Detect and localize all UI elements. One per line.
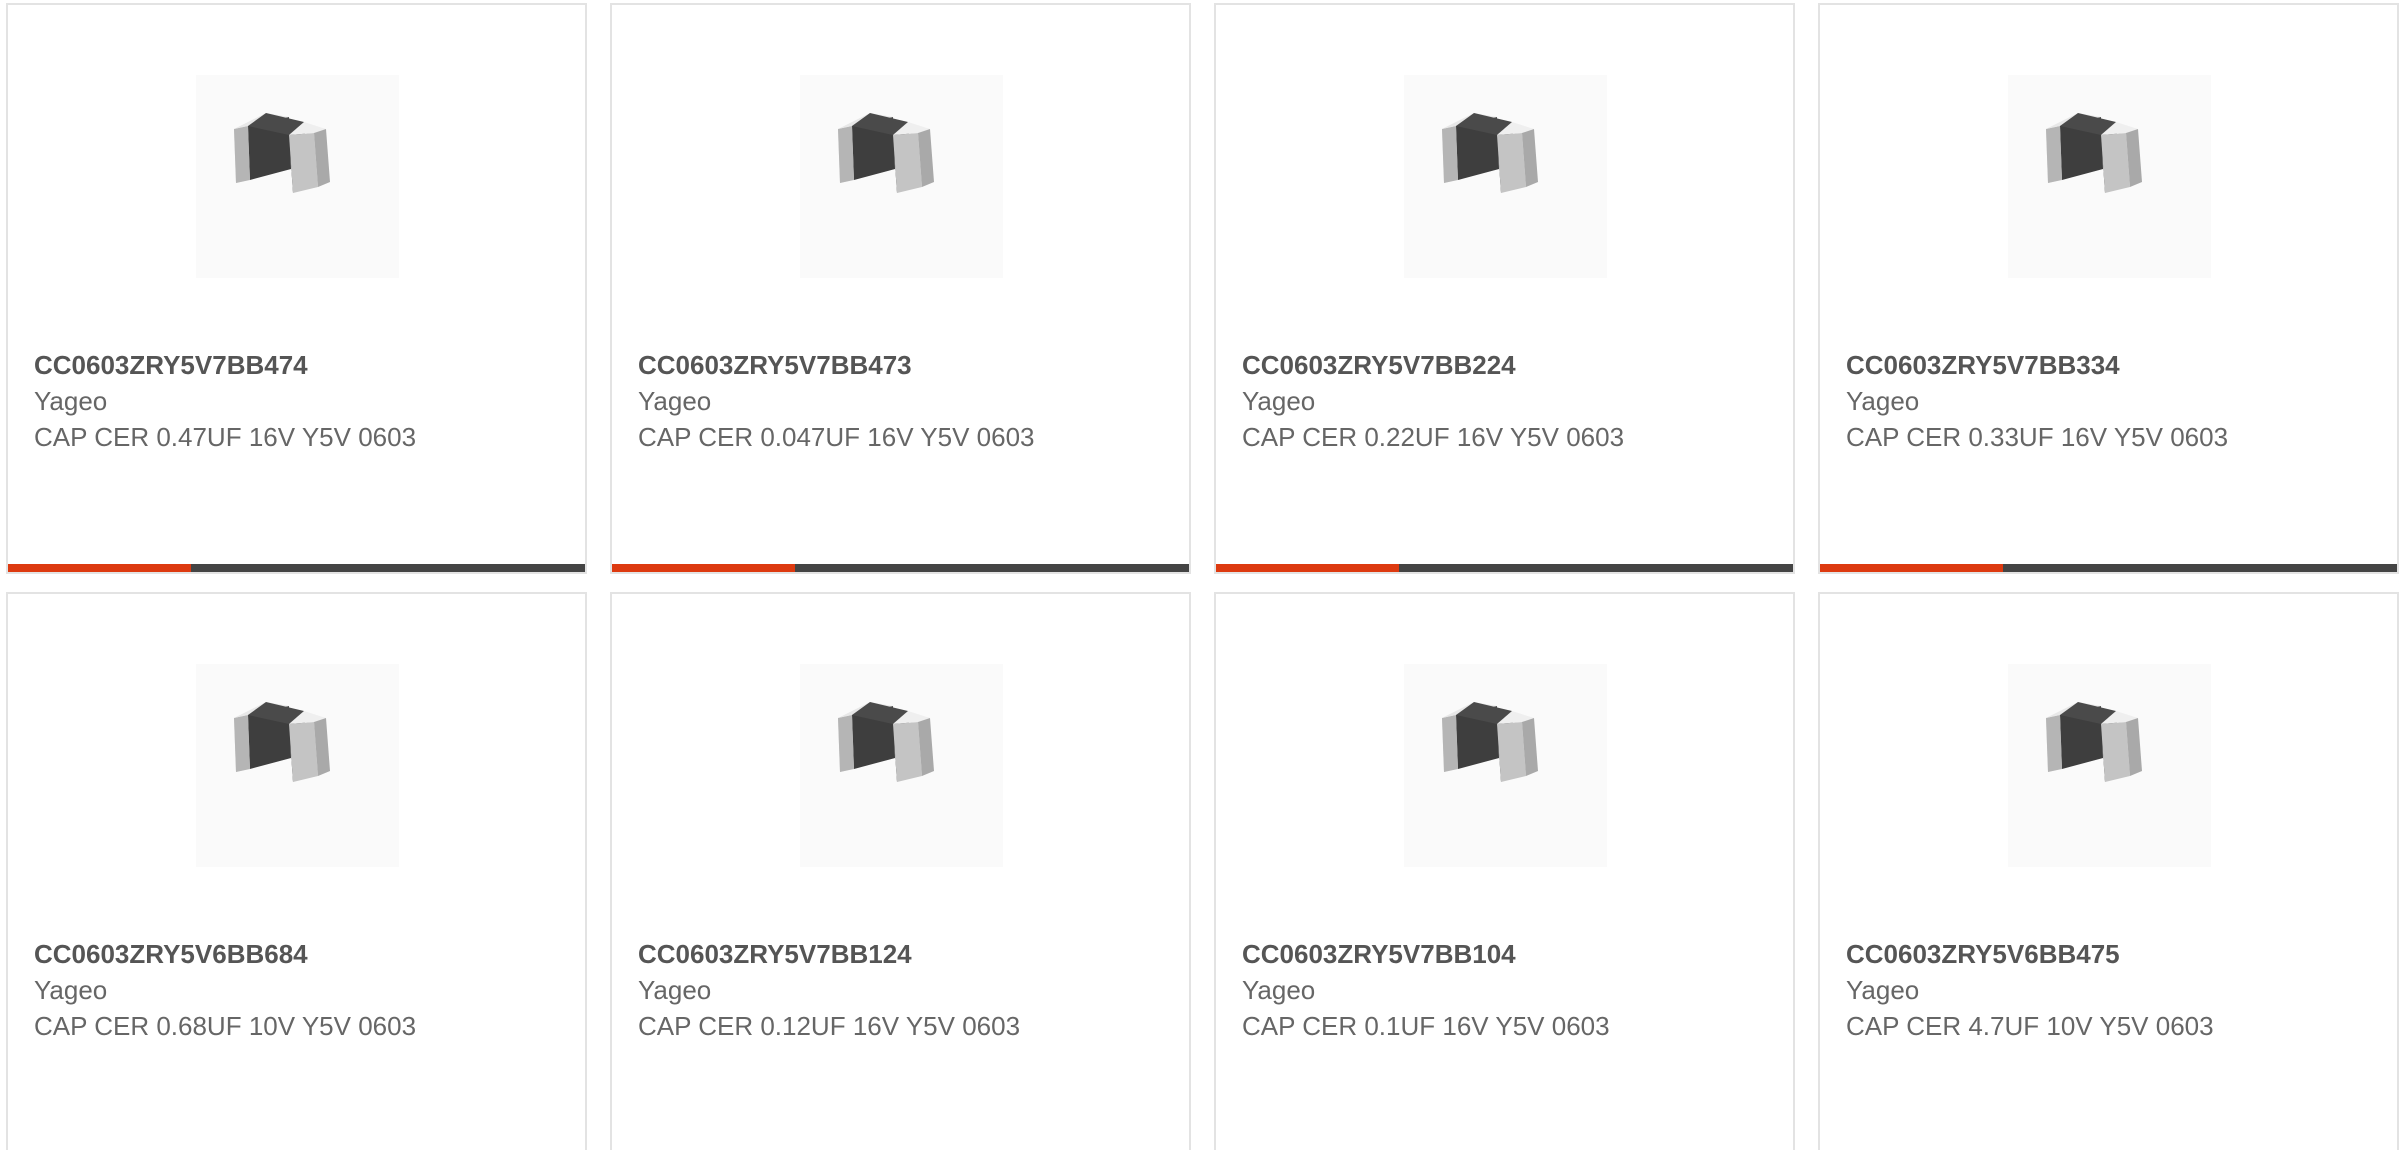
- product-card[interactable]: CC0603ZRY5V7BB473 Yageo CAP CER 0.047UF …: [610, 3, 1191, 574]
- product-image[interactable]: [2008, 75, 2211, 278]
- accent-bar: [8, 564, 585, 572]
- product-image[interactable]: [800, 664, 1003, 867]
- product-info: CC0603ZRY5V7BB473 Yageo CAP CER 0.047UF …: [638, 347, 1038, 455]
- product-card[interactable]: CC0603ZRY5V7BB224 Yageo CAP CER 0.22UF 1…: [1214, 3, 1795, 574]
- accent-bar: [1820, 564, 2397, 572]
- description: CAP CER 0.68UF 10V Y5V 0603: [34, 1011, 417, 1041]
- ceramic-capacitor-chip-icon: [234, 113, 330, 193]
- description: CAP CER 0.1UF 16V Y5V 0603: [1242, 1011, 1610, 1041]
- product-image[interactable]: [1404, 75, 1607, 278]
- part-number[interactable]: CC0603ZRY5V6BB475: [1846, 936, 2286, 972]
- manufacturer: Yageo: [1242, 386, 1316, 416]
- product-grid: CC0603ZRY5V7BB474 Yageo CAP CER 0.47UF 1…: [0, 0, 2400, 1150]
- accent-bar-fill: [1820, 564, 2003, 572]
- product-info: CC0603ZRY5V7BB334 Yageo CAP CER 0.33UF 1…: [1846, 347, 2286, 455]
- product-card[interactable]: CC0603ZRY5V7BB474 Yageo CAP CER 0.47UF 1…: [6, 3, 587, 574]
- description: CAP CER 0.33UF 16V Y5V 0603: [1846, 422, 2229, 452]
- description: CAP CER 0.12UF 16V Y5V 0603: [638, 1011, 1021, 1041]
- product-card[interactable]: CC0603ZRY5V7BB104 Yageo CAP CER 0.1UF 16…: [1214, 592, 1795, 1150]
- manufacturer: Yageo: [1846, 975, 1920, 1005]
- manufacturer: Yageo: [34, 975, 108, 1005]
- part-number[interactable]: CC0603ZRY5V7BB334: [1846, 347, 2286, 383]
- manufacturer: Yageo: [1846, 386, 1920, 416]
- product-info: CC0603ZRY5V7BB224 Yageo CAP CER 0.22UF 1…: [1242, 347, 1682, 455]
- product-card[interactable]: CC0603ZRY5V6BB684 Yageo CAP CER 0.68UF 1…: [6, 592, 587, 1150]
- accent-bar-fill: [1216, 564, 1399, 572]
- product-card[interactable]: CC0603ZRY5V7BB124 Yageo CAP CER 0.12UF 1…: [610, 592, 1191, 1150]
- manufacturer: Yageo: [1242, 975, 1316, 1005]
- product-info: CC0603ZRY5V7BB104 Yageo CAP CER 0.1UF 16…: [1242, 936, 1682, 1044]
- description: CAP CER 0.47UF 16V Y5V 0603: [34, 422, 417, 452]
- ceramic-capacitor-chip-icon: [2046, 702, 2142, 782]
- part-number[interactable]: CC0603ZRY5V6BB684: [34, 936, 474, 972]
- accent-bar: [612, 564, 1189, 572]
- product-image[interactable]: [800, 75, 1003, 278]
- product-info: CC0603ZRY5V7BB474 Yageo CAP CER 0.47UF 1…: [34, 347, 474, 455]
- product-image[interactable]: [196, 664, 399, 867]
- product-card[interactable]: CC0603ZRY5V7BB334 Yageo CAP CER 0.33UF 1…: [1818, 3, 2399, 574]
- ceramic-capacitor-chip-icon: [1442, 702, 1538, 782]
- product-info: CC0603ZRY5V6BB684 Yageo CAP CER 0.68UF 1…: [34, 936, 474, 1044]
- part-number[interactable]: CC0603ZRY5V7BB124: [638, 936, 1078, 972]
- part-number[interactable]: CC0603ZRY5V7BB104: [1242, 936, 1682, 972]
- ceramic-capacitor-chip-icon: [1442, 113, 1538, 193]
- accent-bar: [1216, 564, 1793, 572]
- ceramic-capacitor-chip-icon: [2046, 113, 2142, 193]
- part-number[interactable]: CC0603ZRY5V7BB473: [638, 347, 1038, 383]
- product-card[interactable]: CC0603ZRY5V6BB475 Yageo CAP CER 4.7UF 10…: [1818, 592, 2399, 1150]
- part-number[interactable]: CC0603ZRY5V7BB224: [1242, 347, 1682, 383]
- ceramic-capacitor-chip-icon: [838, 113, 934, 193]
- product-image[interactable]: [2008, 664, 2211, 867]
- description: CAP CER 0.22UF 16V Y5V 0603: [1242, 422, 1625, 452]
- part-number[interactable]: CC0603ZRY5V7BB474: [34, 347, 474, 383]
- accent-bar-fill: [612, 564, 795, 572]
- ceramic-capacitor-chip-icon: [234, 702, 330, 782]
- manufacturer: Yageo: [638, 386, 712, 416]
- product-image[interactable]: [196, 75, 399, 278]
- manufacturer: Yageo: [638, 975, 712, 1005]
- description: CAP CER 0.047UF 16V Y5V 0603: [638, 422, 1035, 452]
- product-image[interactable]: [1404, 664, 1607, 867]
- product-info: CC0603ZRY5V6BB475 Yageo CAP CER 4.7UF 10…: [1846, 936, 2286, 1044]
- product-info: CC0603ZRY5V7BB124 Yageo CAP CER 0.12UF 1…: [638, 936, 1078, 1044]
- manufacturer: Yageo: [34, 386, 108, 416]
- ceramic-capacitor-chip-icon: [838, 702, 934, 782]
- description: CAP CER 4.7UF 10V Y5V 0603: [1846, 1011, 2214, 1041]
- accent-bar-fill: [8, 564, 191, 572]
